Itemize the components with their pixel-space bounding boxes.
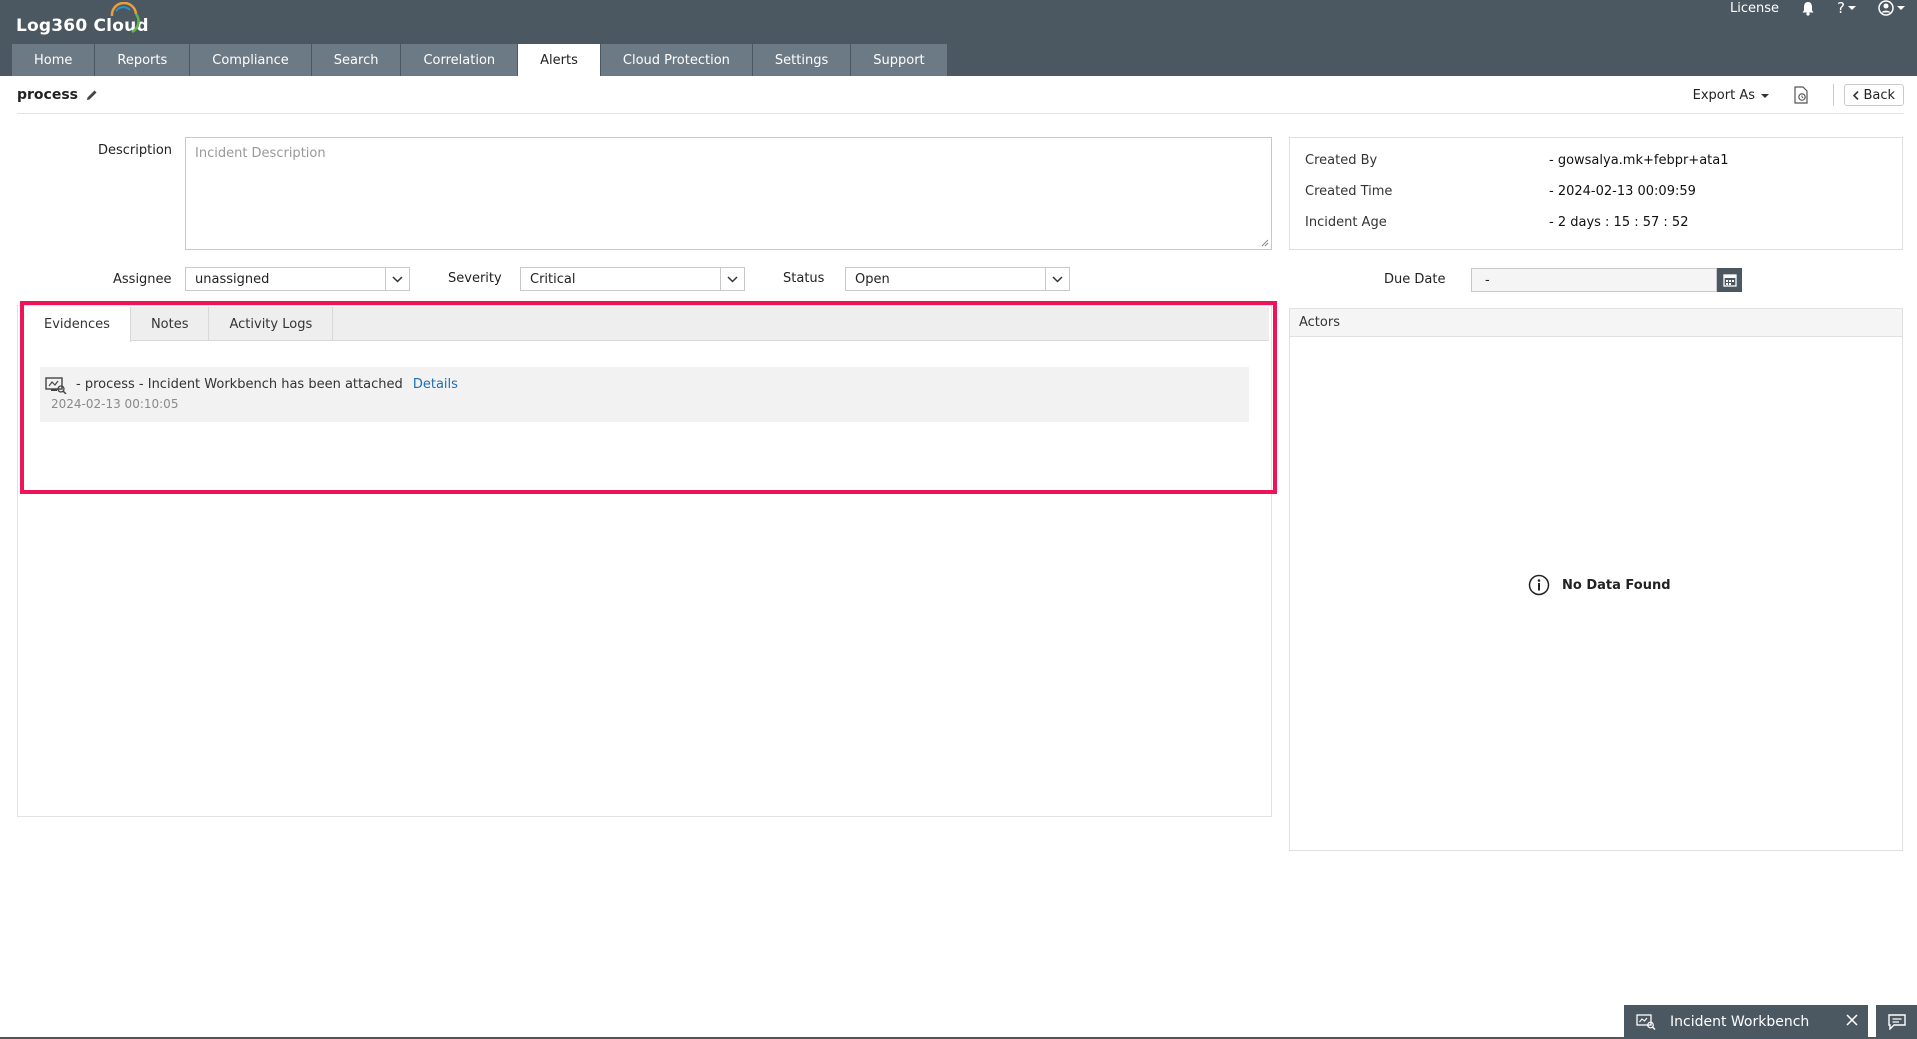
chevron-down-icon [720, 268, 744, 290]
description-field[interactable]: Incident Description [185, 137, 1272, 250]
severity-select[interactable]: Critical [520, 267, 745, 291]
incident-title-row: process Export As Back [17, 84, 1904, 114]
info-icon [1528, 574, 1550, 596]
created-by-value: - gowsalya.mk+febpr+ata1 [1549, 153, 1729, 168]
export-as-label: Export As [1692, 88, 1755, 103]
nav-tab-settings[interactable]: Settings [752, 44, 852, 76]
chevron-left-icon [1853, 90, 1860, 100]
user-menu[interactable] [1878, 0, 1905, 16]
top-header: Log360 Cloud License ? Home Reports Comp… [0, 0, 1917, 76]
bell-icon[interactable] [1801, 1, 1815, 16]
description-label: Description [98, 143, 173, 158]
help-label: ? [1837, 0, 1845, 17]
nav-tab-cloud-protection[interactable]: Cloud Protection [600, 44, 753, 76]
close-icon[interactable] [1846, 1014, 1858, 1026]
chat-icon [1887, 1014, 1906, 1030]
logo-arc-icon [110, 2, 140, 34]
resize-grip-icon[interactable] [1260, 238, 1269, 247]
main-nav: Home Reports Compliance Search Correlati… [12, 44, 948, 76]
incident-title: process [17, 87, 79, 103]
calendar-icon [1722, 274, 1737, 287]
incident-workbench-bar[interactable]: Incident Workbench [1624, 1005, 1868, 1039]
assignee-value: unassigned [195, 271, 270, 287]
nav-tab-search[interactable]: Search [311, 44, 402, 76]
highlight-box [20, 301, 1277, 494]
incident-info-panel: Created By - gowsalya.mk+febpr+ata1 Crea… [1289, 137, 1903, 250]
severity-value: Critical [530, 271, 576, 287]
toolbar-divider [1833, 84, 1834, 106]
nav-tab-correlation[interactable]: Correlation [401, 44, 519, 76]
created-time-label: Created Time [1305, 184, 1393, 199]
chevron-down-icon [385, 268, 409, 290]
chevron-down-icon [1848, 6, 1856, 10]
no-data-message: No Data Found [1528, 574, 1671, 596]
nav-tab-home[interactable]: Home [12, 44, 96, 76]
calendar-button[interactable] [1717, 268, 1742, 292]
nav-tab-alerts[interactable]: Alerts [518, 44, 601, 76]
nav-tab-compliance[interactable]: Compliance [190, 44, 312, 76]
chevron-down-icon [1761, 93, 1769, 98]
status-select[interactable]: Open [845, 267, 1070, 291]
back-label: Back [1863, 87, 1895, 103]
chevron-down-icon [1045, 268, 1069, 290]
description-placeholder: Incident Description [195, 146, 326, 161]
incident-age-label: Incident Age [1305, 215, 1387, 230]
license-link[interactable]: License [1730, 1, 1779, 16]
status-label: Status [783, 271, 825, 286]
no-data-text: No Data Found [1562, 577, 1671, 593]
assignee-label: Assignee [113, 272, 172, 287]
actors-title: Actors [1290, 309, 1902, 337]
nav-tab-support[interactable]: Support [851, 44, 948, 76]
chat-button[interactable] [1876, 1005, 1917, 1039]
assignee-select[interactable]: unassigned [185, 267, 410, 291]
actors-panel: Actors No Data Found [1289, 308, 1903, 851]
due-date-label: Due Date [1384, 272, 1446, 287]
chevron-down-icon [1897, 6, 1905, 10]
export-as-dropdown[interactable]: Export As [1693, 88, 1769, 103]
created-by-label: Created By [1305, 153, 1378, 168]
help-menu[interactable]: ? [1837, 0, 1856, 17]
back-button[interactable]: Back [1844, 84, 1904, 106]
due-date-input[interactable]: - [1471, 268, 1717, 292]
created-time-value: - 2024-02-13 00:09:59 [1549, 184, 1696, 199]
severity-label: Severity [448, 271, 502, 286]
user-icon [1878, 0, 1894, 16]
top-right-menu: License ? [1730, 0, 1905, 17]
pencil-icon[interactable] [85, 88, 99, 102]
workbench-icon [1636, 1014, 1656, 1030]
nav-tab-reports[interactable]: Reports [95, 44, 191, 76]
incident-age-value: - 2 days : 15 : 57 : 52 [1549, 215, 1689, 230]
workbench-label: Incident Workbench [1670, 1014, 1810, 1030]
status-value: Open [855, 271, 890, 287]
export-pdf-icon[interactable] [1793, 86, 1809, 104]
due-date-value: - [1485, 272, 1490, 288]
